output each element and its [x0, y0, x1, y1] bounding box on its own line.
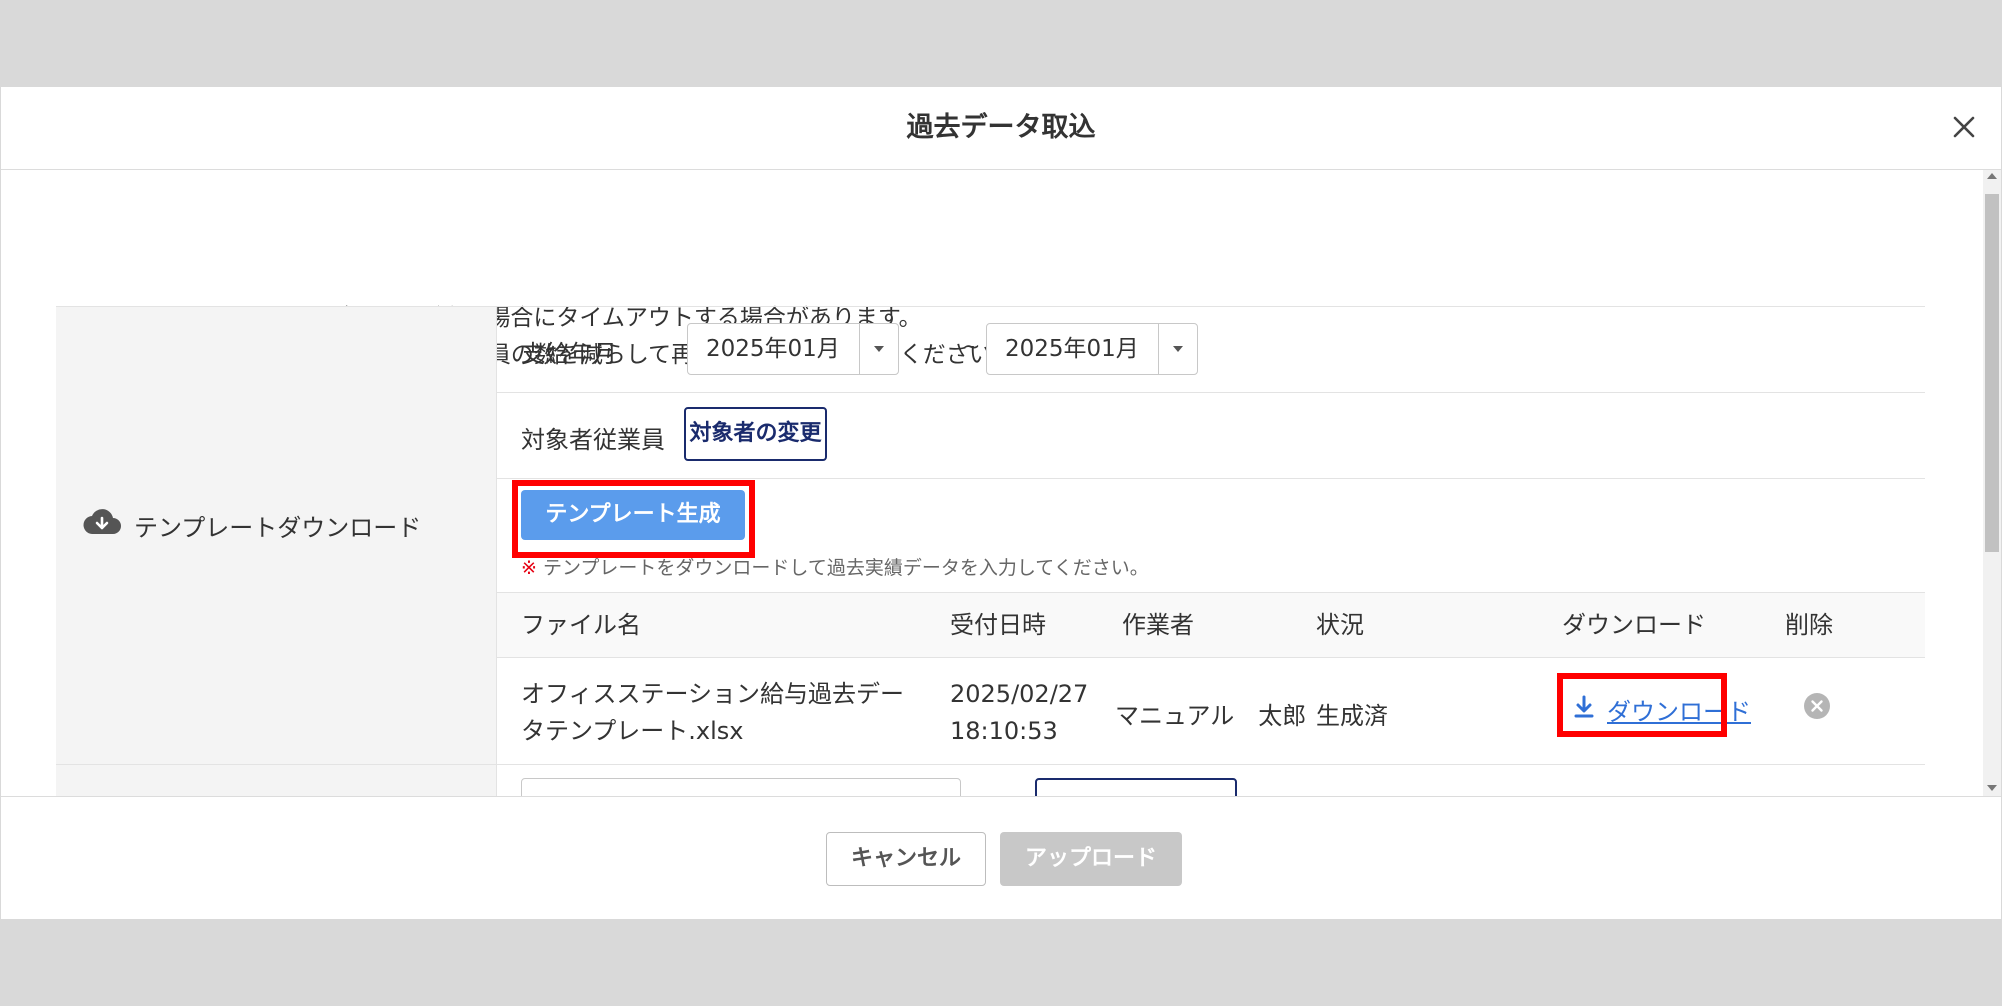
table-row: オフィスステーション給与過去デー タテンプレート.xlsx 2025/02/27…	[497, 658, 1925, 765]
template-form-area: 支給年月 2025年01月 ~ 2025年01月 対象者従業員 対象者の変更 テ…	[497, 307, 1925, 796]
modal-body: ※アップロードにあたり、データ量が多い場合にタイムアウトする場合があります。 ※…	[1, 170, 2001, 796]
chevron-down-icon[interactable]	[859, 324, 898, 374]
hint-text: テンプレートをダウンロードして過去実績データを入力してください。	[542, 557, 1149, 579]
received-at-cell: 2025/02/27 18:10:53	[950, 676, 1088, 750]
scroll-up-icon[interactable]	[1987, 173, 1997, 179]
cancel-button[interactable]: キャンセル	[826, 832, 986, 886]
upload-label-cell	[56, 765, 497, 796]
header-status: 状況	[1316, 611, 1364, 639]
highlight-box-generate	[512, 480, 755, 558]
template-download-label: テンプレートダウンロード	[82, 507, 421, 543]
vertical-scrollbar[interactable]	[1983, 170, 2001, 796]
template-generate-row: テンプレート生成 ※ テンプレートをダウンロードして過去実績データを入力してくだ…	[497, 479, 1925, 593]
header-download: ダウンロード	[1562, 611, 1706, 639]
highlight-box-download	[1557, 673, 1727, 737]
section-label-text: テンプレートダウンロード	[134, 513, 422, 542]
payment-month-row: 支給年月 2025年01月 ~ 2025年01月	[497, 307, 1925, 393]
select-value: 2025年01月	[1005, 336, 1139, 362]
payment-month-to-select[interactable]: 2025年01月	[986, 323, 1198, 375]
scroll-down-icon[interactable]	[1987, 785, 1997, 791]
select-value: 2025年01月	[706, 336, 840, 362]
file-name-line: オフィスステーション給与過去デー	[521, 680, 905, 708]
upload-file-field[interactable]	[521, 778, 961, 796]
file-table-header: ファイル名 受付日時 作業者 状況 ダウンロード 削除	[497, 593, 1925, 658]
modal-title: 過去データ取込	[906, 112, 1096, 143]
template-hint: ※ テンプレートをダウンロードして過去実績データを入力してください。	[521, 553, 1149, 580]
cloud-download-icon	[82, 507, 122, 543]
form-table: テンプレートダウンロード 支給年月 2025年01月 ~ 2025年01月 対象…	[56, 306, 1925, 796]
upload-button[interactable]: アップロード	[1000, 832, 1182, 886]
status-cell: 生成済	[1316, 702, 1388, 730]
hint-mark: ※	[521, 557, 537, 579]
header-delete: 削除	[1785, 611, 1833, 639]
target-employees-label: 対象者従業員	[521, 426, 665, 454]
file-name-cell: オフィスステーション給与過去デー タテンプレート.xlsx	[521, 676, 904, 750]
delete-icon[interactable]	[1804, 693, 1830, 719]
received-date: 2025/02/27	[950, 680, 1089, 708]
close-icon[interactable]	[1946, 109, 1982, 145]
header-file-name: ファイル名	[521, 611, 641, 639]
scroll-thumb[interactable]	[1985, 194, 1999, 552]
operator-cell: マニュアル 太郎	[1115, 702, 1307, 730]
payment-month-label: 支給年月	[521, 340, 617, 368]
header-received-at: 受付日時	[950, 611, 1046, 639]
modal-header: 過去データ取込	[1, 87, 2001, 170]
select-file-button[interactable]	[1035, 778, 1237, 796]
header-operator: 作業者	[1122, 611, 1194, 639]
modal-footer: キャンセル アップロード	[1, 796, 2001, 919]
file-name-line: タテンプレート.xlsx	[521, 717, 744, 745]
change-target-button[interactable]: 対象者の変更	[684, 407, 827, 461]
range-tilde: ~	[962, 335, 981, 360]
received-time: 18:10:53	[950, 717, 1058, 745]
template-download-label-cell: テンプレートダウンロード	[56, 307, 497, 765]
chevron-down-icon[interactable]	[1158, 324, 1197, 374]
import-modal: 過去データ取込 ※アップロードにあたり、データ量が多い場合にタイムアウトする場合…	[1, 87, 2001, 919]
target-employees-row: 対象者従業員 対象者の変更	[497, 393, 1925, 479]
payment-month-from-select[interactable]: 2025年01月	[687, 323, 899, 375]
